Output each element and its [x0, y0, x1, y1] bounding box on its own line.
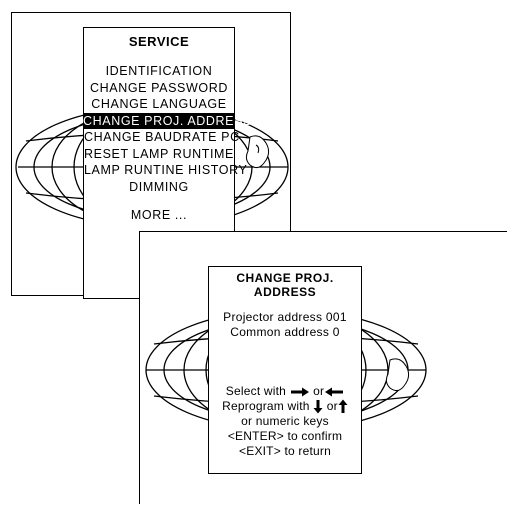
menu-item-change-proj-address[interactable]: CHANGE PROJ. ADDRESS [83, 112, 251, 129]
help-enter-confirm: <ENTER> to confirm [227, 429, 343, 444]
help-select-text: Select with [225, 384, 287, 398]
change-address-menu: CHANGE PROJ. ADDRESS Projector address 0… [208, 266, 362, 474]
menu-item-lamp-runtime-history[interactable]: LAMP RUNTINE HISTORY [84, 162, 247, 179]
help-reprogram-text: Reprogram with [222, 399, 310, 413]
address-info: Projector address 001 Common address 0 [209, 310, 361, 340]
menu-item-identification[interactable]: IDENTIFICATION [84, 63, 234, 80]
help-select-line: Select with or [209, 384, 361, 399]
menu-item-reset-lamp-runtime[interactable]: RESET LAMP RUNTIME [84, 146, 234, 163]
menu-item-change-language[interactable]: CHANGE LANGUAGE [84, 96, 234, 113]
projector-address-value[interactable]: Projector address 001 [209, 310, 361, 325]
change-address-screen: CHANGE PROJ. ADDRESS Projector address 0… [139, 231, 507, 504]
menu-title: SERVICE [128, 34, 190, 49]
menu-item-change-password[interactable]: CHANGE PASSWORD [84, 80, 234, 97]
arrow-down-icon [313, 400, 323, 414]
arrow-left-icon [325, 387, 344, 397]
menu-item-more[interactable]: MORE ... [84, 207, 234, 224]
help-numeric-keys: or numeric keys [241, 414, 329, 429]
menu-item-dimming[interactable]: DIMMING [84, 179, 234, 196]
arrow-up-icon [338, 399, 348, 414]
menu-spacer [84, 195, 234, 207]
help-reprogram-line: Reprogram with or [209, 399, 361, 414]
arrow-right-icon [290, 387, 309, 397]
menu-item-change-baudrate-pc[interactable]: CHANGE BAUDRATE PC [84, 129, 239, 146]
help-reprogram-or: or [326, 399, 338, 413]
help-exit-return: <EXIT> to return [239, 444, 331, 459]
menu-title: CHANGE PROJ. ADDRESS [236, 271, 334, 299]
help-select-or: or [313, 384, 325, 398]
common-address-value[interactable]: Common address 0 [209, 325, 361, 340]
